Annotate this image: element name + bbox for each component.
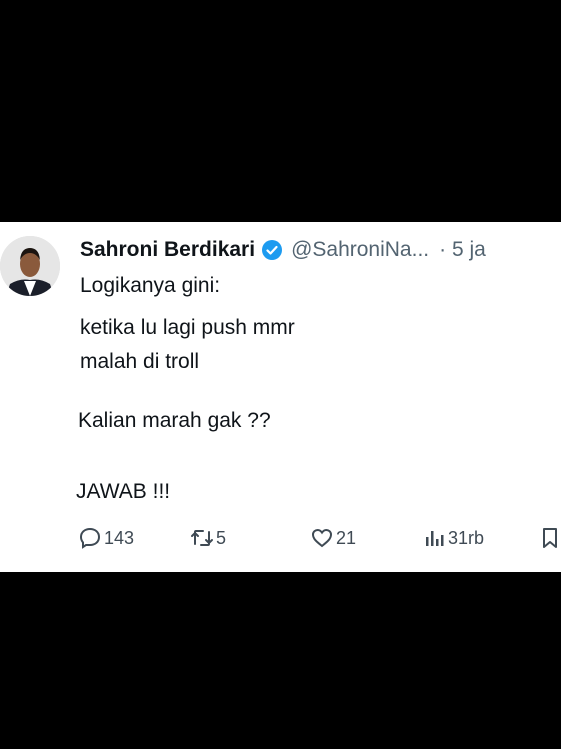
like-button[interactable]: 21 bbox=[310, 526, 356, 550]
avatar[interactable] bbox=[0, 236, 60, 296]
like-icon bbox=[311, 528, 333, 548]
reply-button[interactable]: 143 bbox=[78, 526, 134, 550]
author-handle[interactable]: @SahroniNa... bbox=[291, 238, 429, 262]
tweet-text-line: ketika lu lagi push mmr bbox=[80, 316, 295, 339]
reply-icon bbox=[79, 527, 101, 549]
retweet-button[interactable]: 5 bbox=[190, 526, 226, 550]
verified-badge-icon bbox=[261, 239, 283, 261]
tweet-actions: 143 5 21 31rb bbox=[78, 526, 561, 556]
like-count: 21 bbox=[336, 527, 357, 548]
tweet-text-line: Kalian marah gak ?? bbox=[78, 409, 271, 432]
retweet-count: 5 bbox=[216, 527, 227, 548]
bookmark-button[interactable] bbox=[538, 526, 561, 550]
reply-count: 143 bbox=[104, 527, 135, 548]
tweet-card[interactable]: Sahroni Berdikari @SahroniNa... · 5 ja L… bbox=[0, 222, 561, 572]
retweet-icon bbox=[191, 530, 213, 546]
views-count: 31rb bbox=[448, 527, 485, 548]
tweet-header: Sahroni Berdikari @SahroniNa... · 5 ja bbox=[80, 236, 486, 264]
bookmark-icon bbox=[543, 528, 557, 548]
tweet-text-line: malah di troll bbox=[80, 350, 200, 373]
tweet-time[interactable]: · 5 ja bbox=[439, 238, 486, 262]
tweet-text-line: JAWAB !!! bbox=[76, 480, 171, 503]
author-name[interactable]: Sahroni Berdikari bbox=[80, 238, 255, 262]
views-icon bbox=[426, 531, 444, 546]
tweet-text-line: Logikanya gini: bbox=[80, 274, 221, 297]
views-button[interactable]: 31rb bbox=[422, 526, 484, 550]
